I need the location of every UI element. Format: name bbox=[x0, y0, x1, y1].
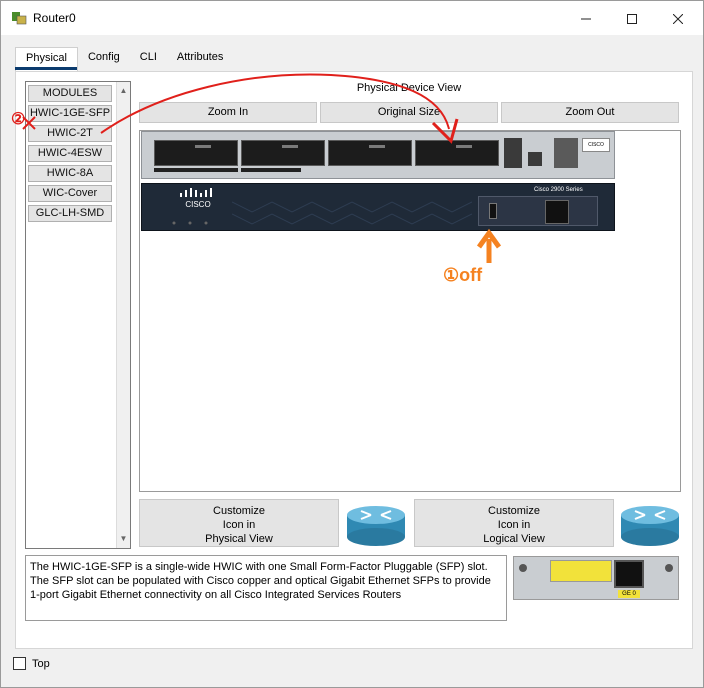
red-arrowhead bbox=[431, 118, 459, 144]
annotation-step1: ①off bbox=[443, 265, 483, 285]
customize-physical-icon-button[interactable]: Customize Icon in Physical View bbox=[139, 499, 339, 547]
annotation-step2: ② bbox=[11, 111, 26, 128]
customize-physical-line2: Icon in bbox=[222, 519, 256, 531]
screw-icon bbox=[665, 564, 673, 572]
router-physical-icon bbox=[347, 506, 405, 546]
top-checkbox-label: Top bbox=[32, 657, 50, 670]
top-checkbox-row[interactable]: Top bbox=[13, 657, 50, 670]
screw-icon bbox=[519, 564, 527, 572]
sfp-port bbox=[614, 560, 644, 588]
customize-physical-line1: Customize bbox=[213, 505, 265, 517]
customize-logical-line2: Icon in bbox=[497, 519, 531, 531]
customize-physical-line3: Physical View bbox=[205, 533, 273, 545]
scroll-down-icon[interactable]: ▼ bbox=[117, 532, 130, 546]
red-arrow-path bbox=[100, 73, 450, 134]
annotation-arrows bbox=[22, 73, 502, 263]
module-port-label: GE 0 bbox=[618, 590, 640, 598]
module-description: The HWIC-1GE-SFP is a single-wide HWIC w… bbox=[25, 555, 507, 621]
module-preview-image: GE 0 bbox=[513, 556, 679, 600]
router-logical-icon bbox=[621, 506, 679, 546]
customize-logical-line3: Logical View bbox=[483, 533, 545, 545]
module-warning-sticker bbox=[550, 560, 612, 582]
customize-logical-line1: Customize bbox=[488, 505, 540, 517]
customize-logical-icon-button[interactable]: Customize Icon in Logical View bbox=[414, 499, 614, 547]
top-checkbox[interactable] bbox=[13, 657, 26, 670]
router-window: Router0 Physical Config CLI Attributes M… bbox=[0, 0, 704, 688]
